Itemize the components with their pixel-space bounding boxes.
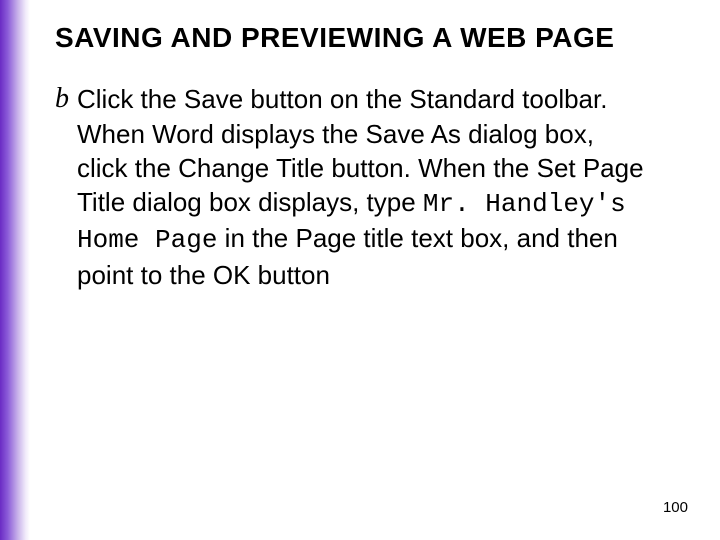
slide-content: SAVING AND PREVIEWING A WEB PAGE b Click…	[55, 22, 690, 522]
accent-bar	[0, 0, 30, 540]
bullet-icon: b	[55, 82, 69, 113]
page-number: 100	[663, 499, 688, 516]
bullet-item: b Click the Save button on the Standard …	[55, 82, 645, 292]
slide-title: SAVING AND PREVIEWING A WEB PAGE	[55, 22, 690, 54]
body-text: Click the Save button on the Standard to…	[77, 82, 645, 292]
